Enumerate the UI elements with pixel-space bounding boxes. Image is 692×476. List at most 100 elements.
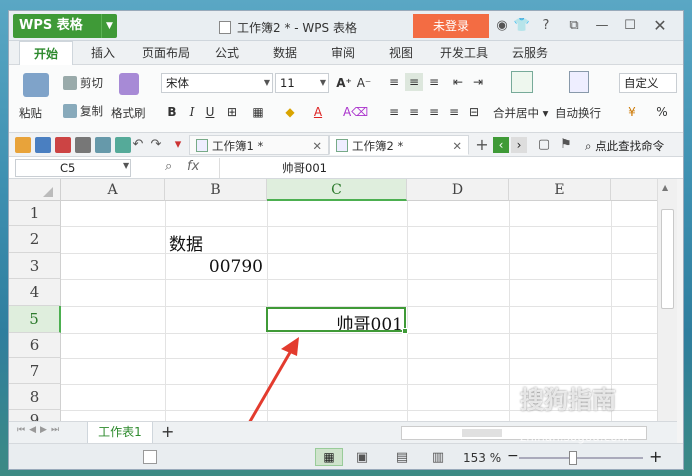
print-preview-icon[interactable]: [95, 137, 111, 153]
tab-home[interactable]: 开始: [19, 41, 73, 65]
align-top-icon[interactable]: ≡: [385, 73, 403, 91]
merge-center-icon[interactable]: [511, 71, 533, 93]
document-title: 工作簿2 * - WPS 表格: [219, 19, 357, 36]
wrap-text-icon[interactable]: [569, 71, 589, 93]
tab-data[interactable]: 数据: [265, 41, 305, 65]
flag-icon[interactable]: ⚑: [557, 136, 575, 154]
underline-button[interactable]: U: [201, 103, 219, 121]
command-search[interactable]: ⌕ 点此查找命令: [585, 138, 664, 154]
chevron-down-icon[interactable]: ▼: [101, 14, 117, 38]
zoom-out-button[interactable]: −: [507, 448, 519, 464]
clear-format-icon[interactable]: A⌫: [343, 103, 368, 121]
undo-icon[interactable]: ↶: [129, 136, 147, 154]
formula-input[interactable]: 帅哥001: [219, 158, 679, 178]
doc-tab-workbook1[interactable]: 工作簿1 * ✕: [189, 135, 329, 155]
tab-insert[interactable]: 插入: [81, 41, 125, 65]
font-color-icon[interactable]: A: [309, 103, 327, 121]
scrollbar-thumb[interactable]: [462, 429, 502, 437]
wrap-text-button[interactable]: 自动换行: [555, 105, 601, 121]
paste-icon[interactable]: [23, 73, 49, 97]
tab-prev-icon[interactable]: ‹: [493, 137, 509, 153]
close-icon[interactable]: ✕: [651, 17, 669, 35]
align-middle-icon[interactable]: ≡: [405, 73, 423, 91]
doc-icon[interactable]: ▢: [535, 136, 553, 154]
currency-icon[interactable]: ¥: [623, 103, 641, 121]
status-bar: ▦ ▣ ▤ ▥ 153 % − +: [9, 443, 683, 469]
restore-window-icon[interactable]: ⧉: [565, 17, 583, 35]
chevron-down-icon: ▼: [319, 78, 326, 87]
align-center-icon[interactable]: ≡: [405, 103, 423, 121]
tab-formulas[interactable]: 公式: [207, 41, 247, 65]
border-icon[interactable]: ⊞: [223, 103, 241, 121]
close-tab-icon[interactable]: ✕: [452, 136, 462, 156]
vertical-scrollbar[interactable]: ▲: [657, 179, 677, 421]
fx-icon[interactable]: fx: [187, 159, 199, 174]
zoom-slider-knob[interactable]: [569, 451, 577, 465]
cut-button[interactable]: 剪切: [63, 75, 103, 91]
merge-center-button[interactable]: 合并居中 ▾: [493, 105, 548, 121]
workbook-icon: [196, 139, 208, 152]
macro-icon[interactable]: [143, 450, 157, 464]
save-icon[interactable]: [35, 137, 51, 153]
login-button[interactable]: 未登录: [413, 14, 489, 38]
sheet-nav-icons[interactable]: ⏮◀▶⏭: [17, 425, 63, 435]
zoom-in-button[interactable]: +: [649, 447, 662, 466]
open-folder-icon[interactable]: [15, 137, 31, 153]
italic-button[interactable]: I: [183, 103, 201, 121]
zoom-slider[interactable]: [519, 457, 643, 459]
new-tab-icon[interactable]: +: [473, 136, 491, 154]
tab-view[interactable]: 视图: [381, 41, 421, 65]
shirt-icon[interactable]: 👕: [513, 17, 531, 35]
tab-cloud[interactable]: 云服务: [503, 41, 557, 65]
percent-button[interactable]: %: [653, 103, 671, 121]
bold-button[interactable]: B: [163, 103, 181, 121]
justify-icon[interactable]: ≡: [445, 103, 463, 121]
fill-color-icon[interactable]: ◆: [281, 103, 299, 121]
cell-style-icon[interactable]: ▦: [249, 103, 267, 121]
indent-decrease-icon[interactable]: ⇤: [449, 73, 467, 91]
doc-tab-workbook2[interactable]: 工作簿2 * ✕: [329, 135, 469, 155]
print-icon[interactable]: [75, 137, 91, 153]
sheet-tab-1[interactable]: 工作表1: [87, 422, 153, 444]
scroll-up-icon[interactable]: ▲: [662, 183, 668, 192]
help-icon[interactable]: ?: [537, 17, 555, 35]
minimize-icon[interactable]: —: [593, 17, 611, 35]
scrollbar-thumb[interactable]: [661, 209, 674, 309]
chevron-down-icon[interactable]: ▼: [123, 161, 129, 170]
number-format-select[interactable]: 自定义: [619, 73, 677, 93]
add-sheet-button[interactable]: +: [161, 422, 174, 441]
page-break-view-icon[interactable]: ▤: [393, 449, 411, 467]
skin-icon[interactable]: ◉: [493, 17, 511, 35]
font-size-select[interactable]: 11 ▼: [275, 73, 329, 93]
tab-page-layout[interactable]: 页面布局: [133, 41, 199, 65]
workbook-icon: [219, 21, 231, 34]
tab-review[interactable]: 审阅: [323, 41, 363, 65]
close-tab-icon[interactable]: ✕: [312, 136, 322, 156]
watermark-logo: 搜狗指南: [520, 386, 616, 414]
indent-increase-icon[interactable]: ⇥: [469, 73, 487, 91]
distribute-icon[interactable]: ⊟: [465, 103, 483, 121]
increase-font-icon[interactable]: A⁺: [335, 74, 353, 92]
customize-icon[interactable]: ▾: [169, 136, 187, 154]
copy-button[interactable]: 复制: [63, 103, 103, 119]
format-painter-button[interactable]: 格式刷: [111, 105, 146, 121]
reading-mode-icon[interactable]: ▥: [429, 449, 447, 467]
maximize-icon[interactable]: ☐: [621, 17, 639, 35]
normal-view-icon[interactable]: ▦: [315, 448, 343, 466]
align-right-icon[interactable]: ≡: [425, 103, 443, 121]
app-menu-button[interactable]: WPS 表格 ▼: [13, 14, 117, 38]
tab-next-icon[interactable]: ›: [511, 137, 527, 153]
align-left-icon[interactable]: ≡: [385, 103, 403, 121]
name-box[interactable]: C5: [15, 159, 131, 177]
paste-button[interactable]: 粘贴: [19, 105, 42, 121]
page-layout-view-icon[interactable]: ▣: [353, 449, 371, 467]
zoom-level[interactable]: 153 %: [463, 451, 501, 465]
tab-developer[interactable]: 开发工具: [431, 41, 497, 65]
font-name-select[interactable]: 宋体 ▼: [161, 73, 273, 93]
align-bottom-icon[interactable]: ≡: [425, 73, 443, 91]
format-painter-icon[interactable]: [119, 73, 139, 95]
decrease-font-icon[interactable]: A⁻: [355, 74, 373, 92]
zoom-search-icon[interactable]: ⌕: [165, 159, 172, 174]
export-pdf-icon[interactable]: [55, 137, 71, 153]
redo-icon[interactable]: ↷: [147, 136, 165, 154]
